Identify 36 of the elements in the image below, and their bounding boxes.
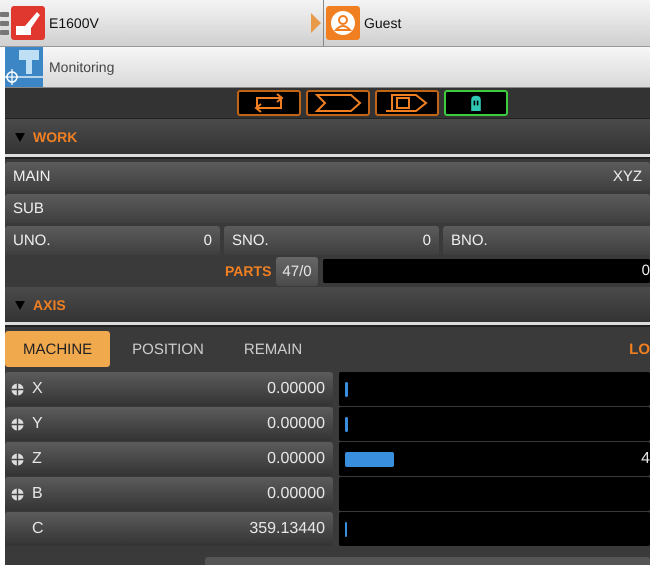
- axis-name: X: [32, 380, 43, 398]
- axis-button[interactable]: B 0.00000: [5, 477, 333, 511]
- axis-value: 0.00000: [267, 485, 325, 503]
- section-header[interactable]: WORK: [5, 119, 650, 154]
- field-value: 0: [204, 232, 212, 249]
- axis-value: 0.00000: [267, 415, 325, 433]
- field-label: UNO.: [13, 232, 50, 249]
- axis-name: Y: [32, 415, 43, 433]
- axis-status-label: LO: [629, 340, 650, 358]
- tab[interactable]: REMAIN: [226, 331, 320, 367]
- axis-name: C: [32, 520, 44, 538]
- tab[interactable]: POSITION: [114, 331, 222, 367]
- field-label: SNO.: [232, 232, 269, 249]
- parts-label: PARTS: [225, 263, 272, 279]
- field-label: MAIN: [13, 168, 50, 185]
- user-name: Guest: [364, 15, 402, 31]
- field-label: SUB: [13, 200, 44, 217]
- axis-button[interactable]: C 359.13440: [5, 512, 333, 546]
- field-label: BNO.: [451, 232, 488, 249]
- axis-value: 359.13440: [249, 520, 325, 538]
- field-value: XYZ: [612, 168, 642, 185]
- tab[interactable]: MACHINE: [5, 331, 110, 367]
- load-reading: 4: [641, 450, 650, 468]
- axis-button[interactable]: Y 0.00000: [5, 407, 333, 441]
- axis-name: B: [32, 485, 43, 503]
- screen-title: Monitoring: [49, 59, 114, 75]
- axis-button[interactable]: X 0.00000: [5, 372, 333, 406]
- axis-value: 0.00000: [267, 450, 325, 468]
- section-title: AXIS: [33, 296, 66, 312]
- machine-name: E1600V: [49, 15, 100, 31]
- field-value: 0: [422, 232, 431, 249]
- axis-button[interactable]: Z 0.00000: [5, 442, 333, 476]
- section-title: WORK: [33, 128, 78, 144]
- parts-count: 47/0: [276, 256, 318, 286]
- axis-name: Z: [32, 450, 42, 468]
- axis-value: 0.00000: [267, 380, 325, 398]
